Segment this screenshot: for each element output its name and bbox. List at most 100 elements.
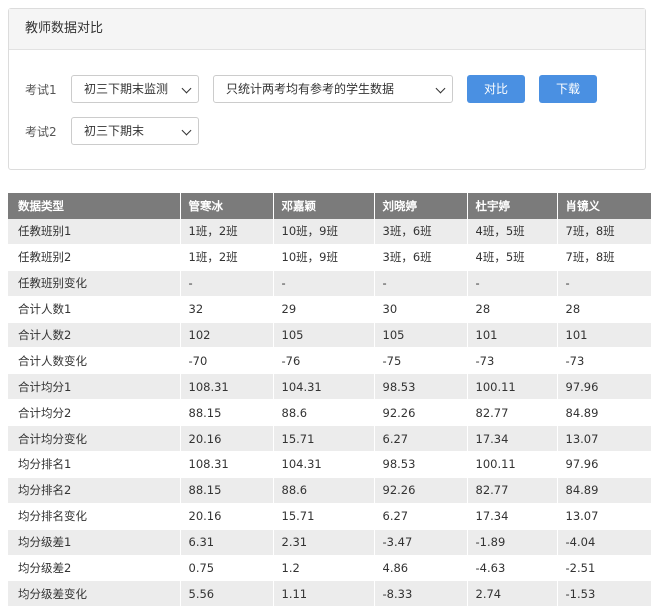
row-label-cell: 均分排名1 [8,451,181,478]
value-cell: 3班，6班 [374,219,468,245]
value-cell: 5.56 [180,580,274,607]
value-cell: 2.31 [273,529,375,556]
value-cell: - [273,270,375,297]
value-cell: - [374,270,468,297]
value-cell: - [180,270,274,297]
value-cell: 104.31 [273,451,375,478]
row-label-cell: 均分级差1 [8,529,181,556]
value-cell: 101 [557,322,652,349]
header-teacher: 邓嘉颖 [273,193,375,219]
table-row: 均分级差2 0.75 1.2 4.86 -4.63 -2.51 [8,555,652,582]
value-cell: 1.11 [273,580,375,607]
filter-select[interactable]: 只统计两考均有参考的学生数据 [213,75,453,103]
table-row: 均分排名2 88.15 88.6 92.26 82.77 84.89 [8,477,652,504]
value-cell: 108.31 [180,451,274,478]
row-label-cell: 合计人数1 [8,296,181,323]
value-cell: 100.11 [467,373,558,401]
value-cell: 20.16 [180,503,274,530]
table-row: 任教班别2 1班，2班 10班，9班 3班，6班 4班，5班 7班，8班 [8,244,652,271]
value-cell: 82.77 [467,399,558,427]
value-cell: 6.27 [374,425,468,453]
exam1-label: 考试1 [25,83,57,97]
value-cell: 1班，2班 [180,219,274,245]
table-row: 合计人数2 102 105 105 101 101 [8,322,652,349]
value-cell: 17.34 [467,503,558,530]
exam2-label: 考试2 [25,125,57,139]
table-row: 均分排名1 108.31 104.31 98.53 100.11 97.96 [8,451,652,478]
panel-title: 教师数据对比 [9,9,645,50]
value-cell: 88.15 [180,399,274,427]
value-cell: -3.47 [374,529,468,556]
exam2-row: 考试2 初三下期末 [9,117,645,147]
row-label-cell: 均分排名变化 [8,503,181,530]
value-cell: 15.71 [273,425,375,453]
exam2-select-value: 初三下期末 [84,124,145,138]
value-cell: -75 [374,347,468,375]
value-cell: 1.2 [273,555,375,582]
value-cell: 20.16 [180,425,274,453]
table-row: 任教班别1 1班，2班 10班，9班 3班，6班 4班，5班 7班，8班 [8,219,652,245]
value-cell: 17.34 [467,425,558,453]
exam2-select[interactable]: 初三下期末 [71,117,199,145]
value-cell: 2.74 [467,580,558,607]
value-cell: 88.6 [273,399,375,427]
value-cell: 4班，5班 [467,244,558,271]
value-cell: -76 [273,347,375,375]
table-row: 任教班别变化 - - - - - [8,270,652,297]
compare-panel: 教师数据对比 考试1 初三下期末监测 只统计两考均有参考的学生数据 对比 下载 … [8,8,646,170]
filter-select-value: 只统计两考均有参考的学生数据 [226,82,395,96]
chevron-down-icon [181,83,192,94]
exam1-row: 考试1 初三下期末监测 只统计两考均有参考的学生数据 对比 下载 [9,75,645,105]
exam1-select[interactable]: 初三下期末监测 [71,75,199,103]
download-button[interactable]: 下载 [539,75,597,103]
table-row: 合计人数1 32 29 30 28 28 [8,296,652,323]
value-cell: 6.27 [374,503,468,530]
value-cell: 104.31 [273,373,375,401]
table-row: 合计均分1 108.31 104.31 98.53 100.11 97.96 [8,373,652,401]
value-cell: 101 [467,322,558,349]
value-cell: 100.11 [467,451,558,478]
header-data-type: 数据类型 [8,193,181,219]
chevron-down-icon [181,125,192,136]
value-cell: 7班，8班 [557,219,652,245]
table-row: 合计人数变化 -70 -76 -75 -73 -73 [8,347,652,375]
value-cell: 29 [273,296,375,323]
value-cell: -70 [180,347,274,375]
value-cell: 98.53 [374,373,468,401]
value-cell: 28 [557,296,652,323]
value-cell: 97.96 [557,451,652,478]
value-cell: 10班，9班 [273,244,375,271]
row-label-cell: 均分级差变化 [8,580,181,607]
value-cell: 82.77 [467,477,558,504]
value-cell: 4.86 [374,555,468,582]
row-label-cell: 合计人数2 [8,322,181,349]
value-cell: -2.51 [557,555,652,582]
row-label-cell: 合计均分2 [8,399,181,427]
value-cell: 108.31 [180,373,274,401]
table-row: 合计均分变化 20.16 15.71 6.27 17.34 13.07 [8,425,652,453]
row-label-cell: 任教班别1 [8,219,181,245]
value-cell: 84.89 [557,477,652,504]
chevron-down-icon [435,83,446,94]
header-teacher: 杜宇婷 [467,193,558,219]
value-cell: 13.07 [557,425,652,453]
value-cell: 105 [273,322,375,349]
value-cell: 97.96 [557,373,652,401]
value-cell: - [557,270,652,297]
value-cell: 3班，6班 [374,244,468,271]
value-cell: 32 [180,296,274,323]
table-row: 均分级差1 6.31 2.31 -3.47 -1.89 -4.04 [8,529,652,556]
value-cell: 88.15 [180,477,274,504]
value-cell: 84.89 [557,399,652,427]
value-cell: 4班，5班 [467,219,558,245]
value-cell: -4.04 [557,529,652,556]
value-cell: 6.31 [180,529,274,556]
value-cell: -1.53 [557,580,652,607]
value-cell: 98.53 [374,451,468,478]
value-cell: 7班，8班 [557,244,652,271]
value-cell: 1班，2班 [180,244,274,271]
row-label-cell: 合计人数变化 [8,347,181,375]
header-teacher: 肖镜义 [557,193,652,219]
exam1-select-value: 初三下期末监测 [84,82,169,96]
compare-button[interactable]: 对比 [467,75,525,103]
